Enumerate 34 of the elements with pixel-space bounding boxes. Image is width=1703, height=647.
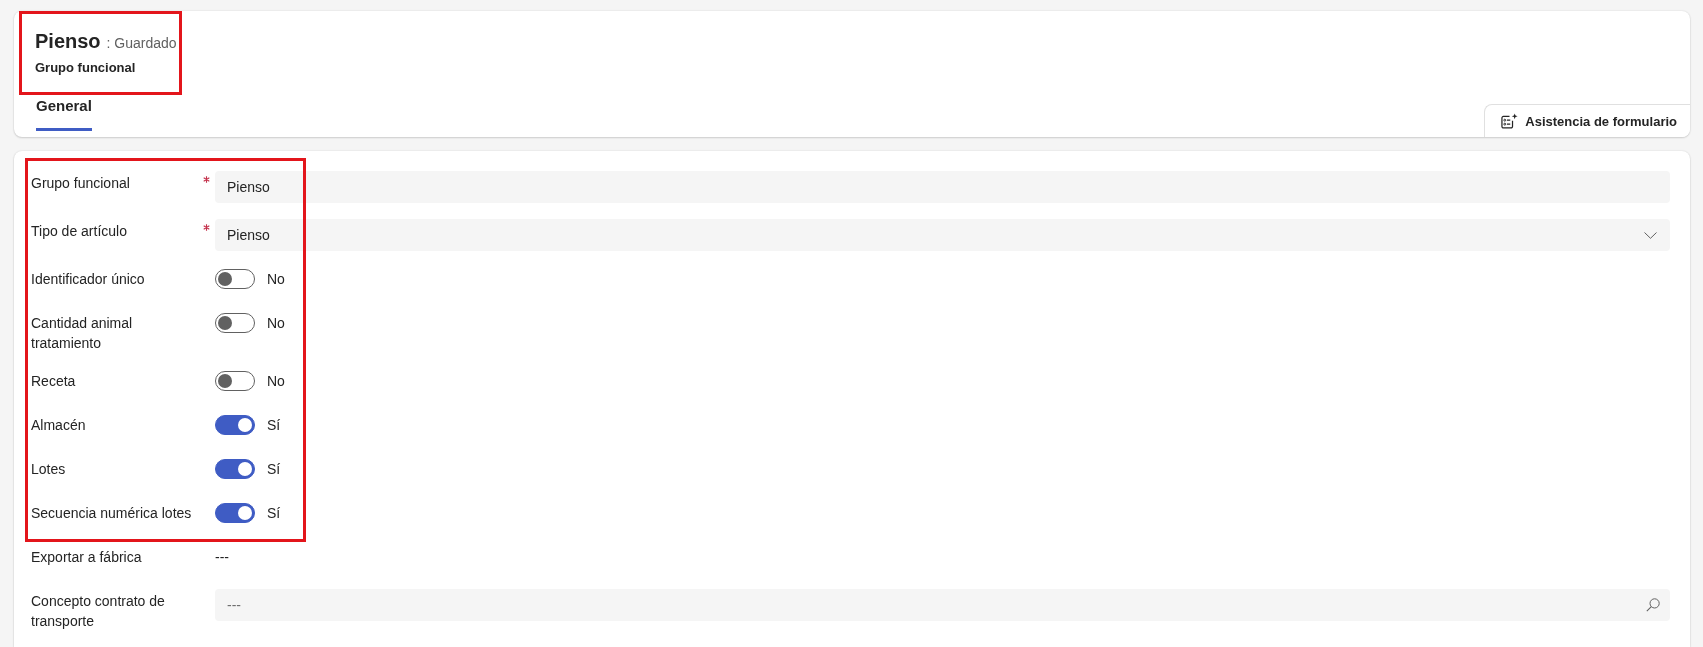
form-assist-button[interactable]: Asistencia de formulario — [1484, 104, 1690, 137]
toggle-switch[interactable] — [215, 415, 255, 435]
tab[interactable]: General — [36, 96, 92, 131]
search-icon — [1646, 598, 1660, 612]
toggle-switch[interactable] — [215, 269, 255, 289]
text-field[interactable]: Pienso — [215, 171, 1670, 203]
toggle-switch[interactable] — [215, 459, 255, 479]
toggle-value: No — [267, 373, 285, 389]
field-label: Grupo funcional — [31, 174, 131, 193]
field-label: Identificador único — [31, 270, 146, 289]
field-label: Concepto contrato de transporte — [31, 592, 166, 631]
field-label: Secuencia numérica lotes — [31, 504, 193, 523]
toggle-value: No — [267, 315, 285, 331]
field-label: Exportar a fábrica — [31, 548, 143, 567]
save-status: : Guardado — [106, 34, 177, 53]
field-value: --- — [215, 549, 229, 565]
field-label: Cantidad animal tratamiento — [31, 314, 134, 353]
lookup-field[interactable]: --- — [215, 589, 1670, 621]
field-label: Almacén — [31, 416, 87, 435]
field-label: Lotes — [31, 460, 67, 479]
dropdown-field[interactable]: Pienso — [215, 219, 1670, 251]
toggle-switch[interactable] — [215, 371, 255, 391]
toggle-switch[interactable] — [215, 503, 255, 523]
chevron-down-icon — [1644, 231, 1657, 239]
toggle-switch[interactable] — [215, 313, 255, 333]
toggle-value: Sí — [267, 417, 281, 433]
entity-name: Grupo funcional — [35, 59, 137, 77]
toggle-value: Sí — [267, 505, 281, 521]
record-title: Pienso — [35, 29, 101, 54]
toggle-value: Sí — [267, 461, 281, 477]
toggle-value: No — [267, 271, 285, 287]
field-label: Tipo de artículo — [31, 222, 128, 241]
list-sparkle-icon — [1501, 112, 1519, 130]
field-label: Receta — [31, 372, 77, 391]
